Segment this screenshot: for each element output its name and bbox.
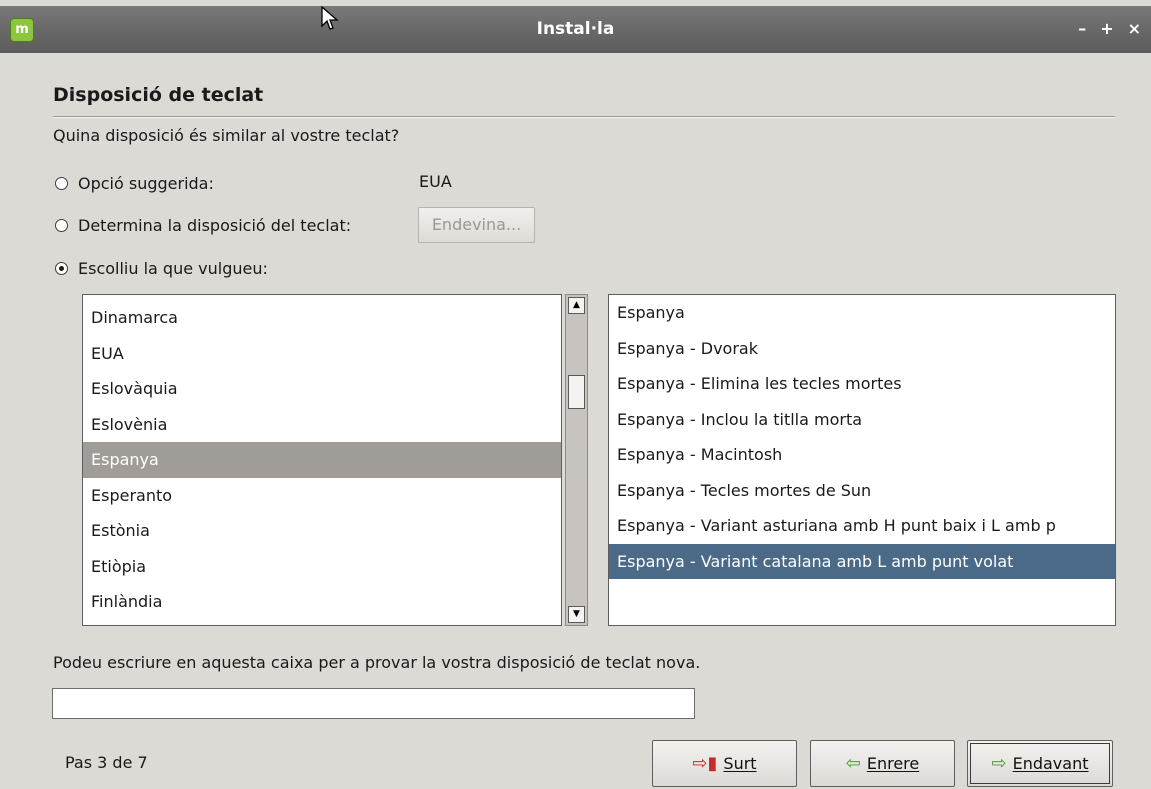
list-item[interactable]: Eslovàquia [83, 371, 561, 407]
radio-circle[interactable] [55, 177, 68, 190]
next-button-label: Endavant [1012, 754, 1089, 773]
page-title: Disposició de teclat [53, 84, 264, 106]
list-item-selected[interactable]: Espanya [83, 442, 561, 478]
quit-button[interactable]: ⇨▮ Surt [652, 740, 797, 787]
arrow-left-icon: ⇦ [845, 753, 861, 774]
maximize-icon[interactable]: + [1100, 19, 1113, 38]
country-list[interactable]: Dinamarca EUA Eslovàquia Eslovènia Espan… [82, 294, 562, 626]
suggested-layout-value: EUA [419, 172, 452, 191]
list-item[interactable]: Estònia [83, 513, 561, 549]
list-item[interactable]: EUA [83, 336, 561, 372]
title-bar-background: m Instal·la – + × [0, 6, 1151, 53]
scroll-up-arrow-icon[interactable]: ▲ [568, 297, 585, 314]
radio-detect-label: Determina la disposició del teclat: [78, 216, 352, 235]
list-item[interactable]: Espanya - Tecles mortes de Sun [609, 473, 1115, 509]
exit-door-icon: ⇨▮ [692, 753, 718, 774]
list-item-selected[interactable]: Espanya - Variant catalana amb L amb pun… [609, 543, 1115, 579]
minimize-icon[interactable]: – [1078, 19, 1086, 38]
next-button[interactable]: ⇨ Endavant [967, 740, 1113, 787]
back-button[interactable]: ⇦ Enrere [810, 740, 955, 787]
list-item[interactable]: Espanya - Variant asturiana amb H punt b… [609, 508, 1115, 544]
radio-circle[interactable] [55, 219, 68, 232]
list-item[interactable]: Etiòpia [83, 549, 561, 585]
close-icon[interactable]: × [1128, 19, 1141, 38]
mouse-pointer-icon [321, 6, 339, 30]
radio-choose-label: Escolliu la que vulgueu: [78, 259, 268, 278]
window-controls: – + × [1078, 19, 1141, 38]
scrollbar-thumb[interactable] [568, 375, 585, 409]
list-item[interactable]: Espanya - Elimina les tecles mortes [609, 366, 1115, 402]
list-item[interactable]: Esperanto [83, 478, 561, 514]
list-item[interactable]: Espanya - Macintosh [609, 437, 1115, 473]
variant-list[interactable]: Espanya Espanya - Dvorak Espanya - Elimi… [608, 294, 1116, 626]
test-box-label: Podeu escriure en aquesta caixa per a pr… [53, 653, 701, 672]
scroll-down-arrow-icon[interactable]: ▼ [568, 606, 585, 623]
list-item[interactable]: Dinamarca [83, 300, 561, 336]
list-item[interactable]: Espanya - Dvorak [609, 331, 1115, 367]
divider [53, 116, 1115, 118]
country-list-scrollbar[interactable]: ▲ ▼ [565, 294, 588, 626]
radio-suggested[interactable]: Opció suggerida: [55, 174, 214, 193]
list-item[interactable]: Espanya - Inclou la titlla morta [609, 402, 1115, 438]
page-question: Quina disposició és similar al vostre te… [53, 126, 400, 145]
radio-detect[interactable]: Determina la disposició del teclat: [55, 216, 351, 235]
detect-button[interactable]: Endevina... [418, 207, 535, 243]
radio-circle-checked[interactable] [55, 262, 68, 275]
quit-button-label: Surt [723, 754, 757, 773]
list-item[interactable]: Espanya [609, 295, 1115, 331]
arrow-right-icon: ⇨ [991, 753, 1007, 774]
list-item[interactable]: Finlàndia [83, 584, 561, 620]
radio-choose[interactable]: Escolliu la que vulgueu: [55, 259, 268, 278]
step-indicator: Pas 3 de 7 [65, 753, 148, 772]
title-bar: m Instal·la – + × [0, 0, 1151, 55]
window-title: Instal·la [536, 19, 615, 39]
list-item[interactable]: Eslovènia [83, 407, 561, 443]
back-button-label: Enrere [866, 754, 920, 773]
radio-suggested-label: Opció suggerida: [78, 174, 214, 193]
keyboard-test-input[interactable] [52, 688, 695, 719]
